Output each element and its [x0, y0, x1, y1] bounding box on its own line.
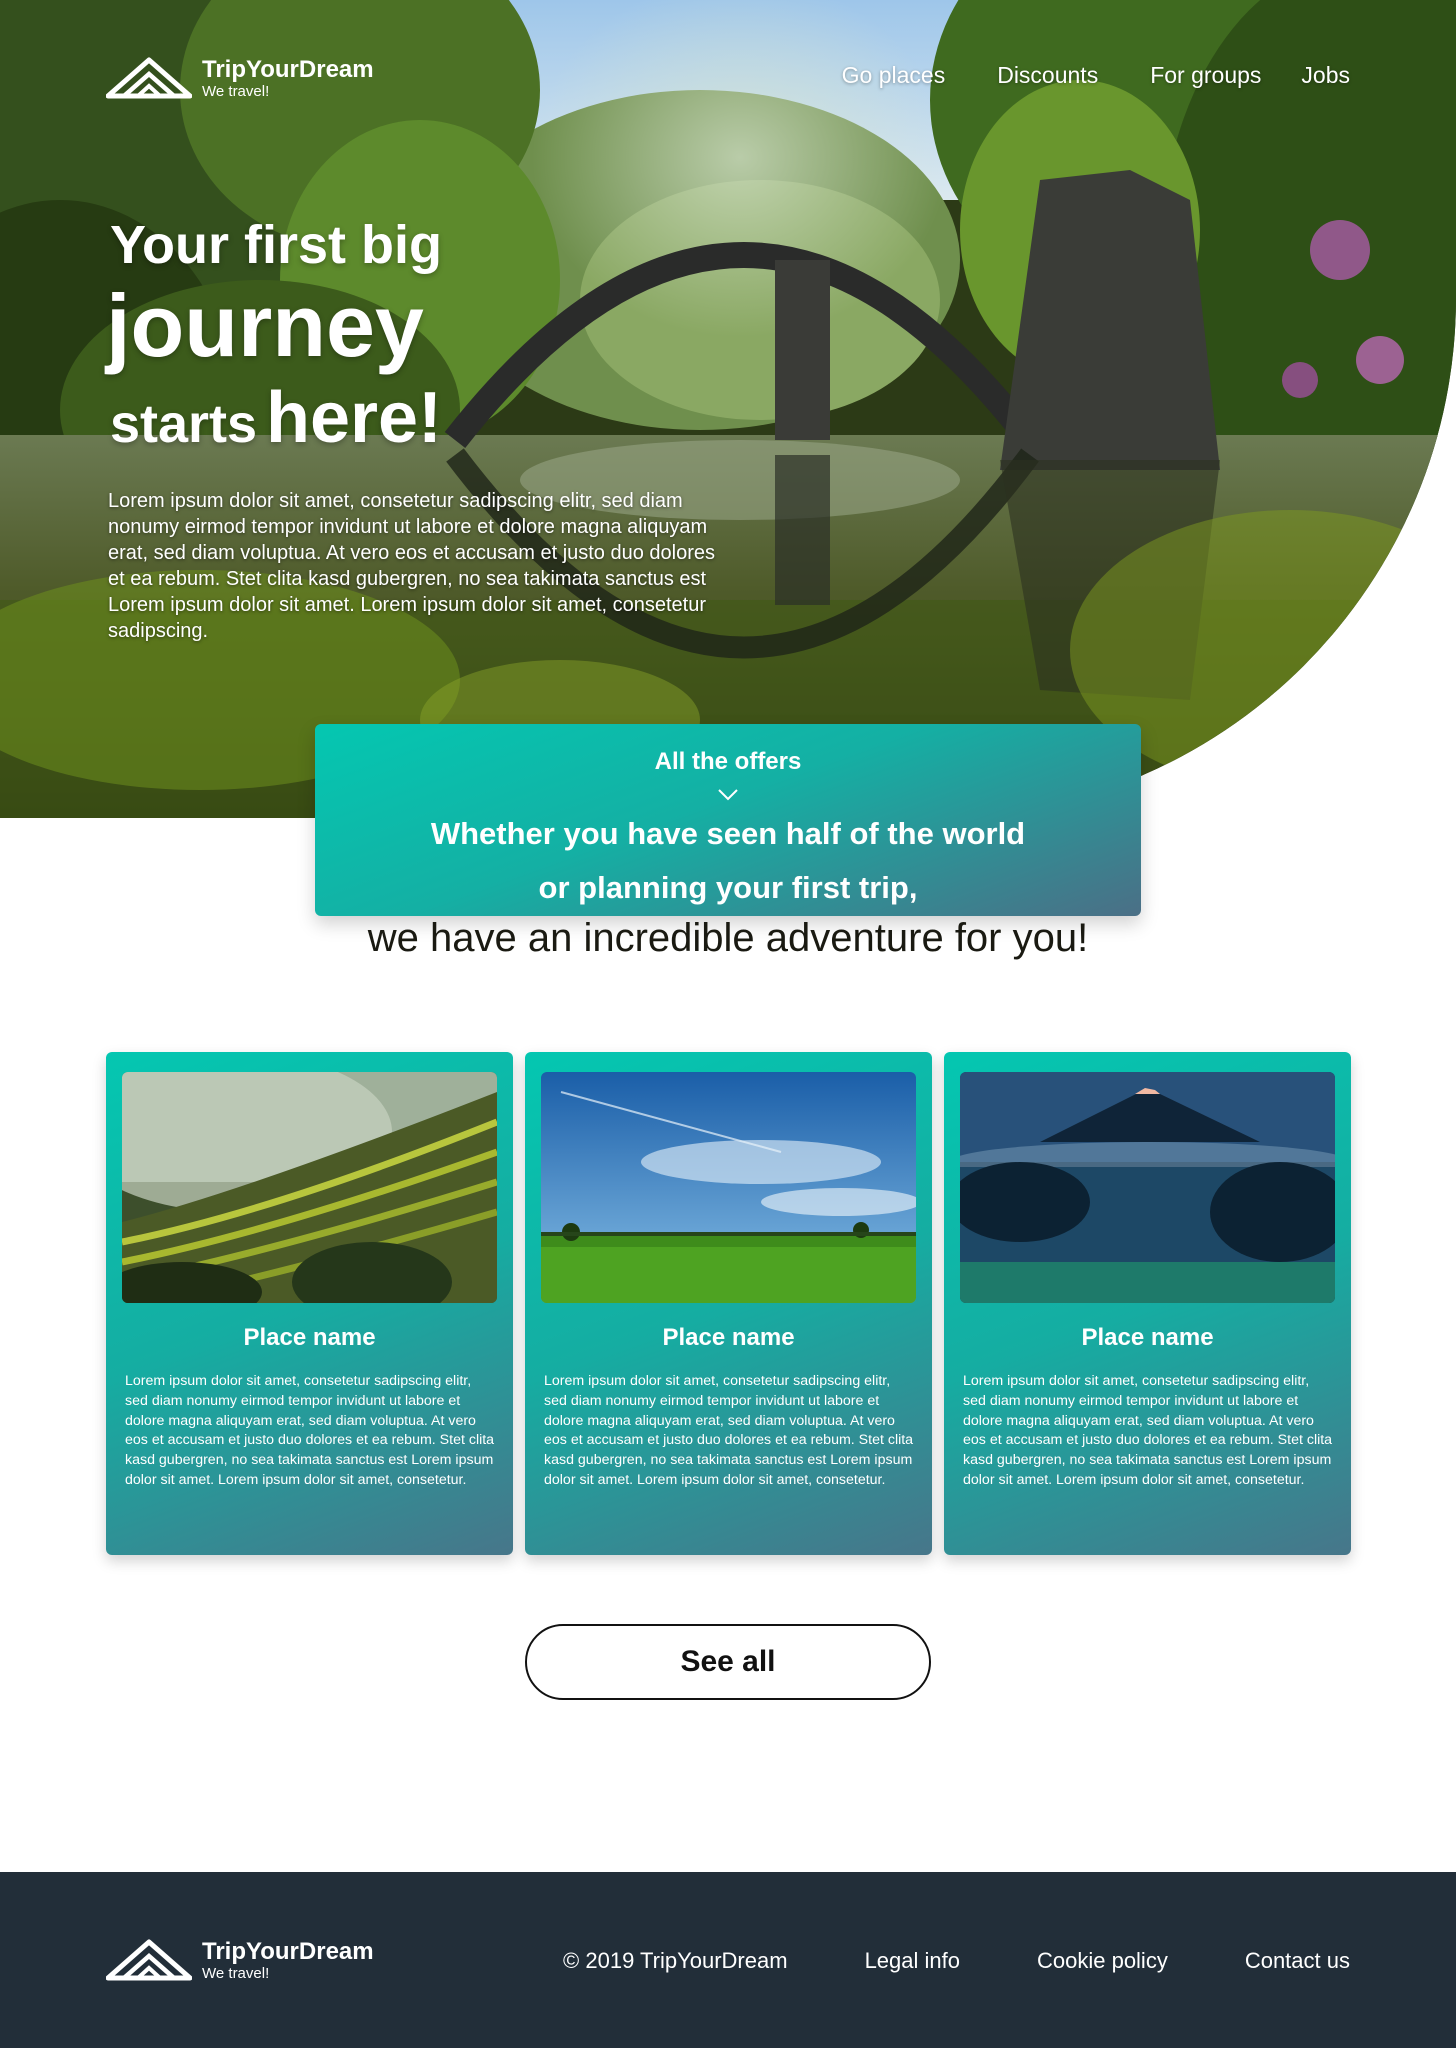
nav-for-groups[interactable]: For groups — [1150, 62, 1261, 89]
hero-title-line3: starts here! — [110, 382, 442, 454]
offers-tagline: we have an incredible adventure for you! — [367, 916, 1089, 960]
hero-section: TripYourDream We travel! Go places Disco… — [0, 0, 1456, 818]
nav-discounts[interactable]: Discounts — [997, 62, 1098, 89]
green-field-sky-photo — [541, 1072, 916, 1303]
brand-name: TripYourDream — [202, 1937, 374, 1965]
hero-body-text: Lorem ipsum dolor sit amet, consetetur s… — [108, 490, 716, 642]
footer-link-contact-us[interactable]: Contact us — [1245, 1948, 1350, 1974]
brand-tagline: We travel! — [202, 1964, 270, 1982]
mountain-logo-icon — [106, 1939, 192, 1981]
place-card[interactable]: Place name Lorem ipsum dolor sit amet, c… — [944, 1052, 1351, 1555]
footer-link-cookie-policy[interactable]: Cookie policy — [1037, 1948, 1168, 1974]
place-description: Lorem ipsum dolor sit amet, consetetur s… — [963, 1373, 1333, 1488]
place-description: Lorem ipsum dolor sit amet, consetetur s… — [125, 1373, 495, 1488]
offers-line-1: Whether you have seen half of the world — [430, 816, 1026, 851]
nav-jobs[interactable]: Jobs — [1301, 62, 1350, 89]
place-name: Place name — [243, 1324, 376, 1351]
place-name: Place name — [1081, 1324, 1214, 1351]
hero-title: Your first big journey starts here! — [106, 215, 442, 454]
header-logo[interactable]: TripYourDream We travel! — [106, 56, 374, 100]
main-nav: Go places Discounts For groups Jobs — [842, 62, 1350, 89]
hero-title-line1: Your first big — [110, 215, 442, 275]
footer-logo[interactable]: TripYourDream We travel! — [106, 1938, 374, 1982]
chevron-down-icon[interactable] — [717, 788, 739, 802]
all-offers-link[interactable]: All the offers — [315, 748, 1141, 776]
mountain-logo-icon — [106, 57, 192, 99]
footer: TripYourDream We travel! © 2019 TripYour… — [0, 1872, 1456, 2048]
hero-title-line2: journey — [106, 276, 424, 375]
footer-links: © 2019 TripYourDream Legal info Cookie p… — [563, 1948, 1350, 1974]
place-description: Lorem ipsum dolor sit amet, consetetur s… — [544, 1373, 914, 1488]
offers-banner: All the offers Whether you have seen hal… — [315, 724, 1141, 916]
place-card[interactable]: Place name Lorem ipsum dolor sit amet, c… — [106, 1052, 513, 1555]
hero-title-line3-start: starts — [110, 394, 258, 454]
nav-go-places[interactable]: Go places — [842, 62, 946, 89]
offers-line-2: or planning your first trip, — [538, 870, 918, 905]
misty-volcano-photo — [960, 1072, 1335, 1303]
copyright-text: © 2019 TripYourDream — [563, 1948, 788, 1973]
page: TripYourDream We travel! Go places Disco… — [0, 0, 1456, 2048]
place-card[interactable]: Place name Lorem ipsum dolor sit amet, c… — [525, 1052, 932, 1555]
place-cards: Place name Lorem ipsum dolor sit amet, c… — [106, 1052, 1351, 1555]
place-name: Place name — [662, 1324, 795, 1351]
footer-link-legal-info[interactable]: Legal info — [865, 1948, 960, 1974]
brand-name: TripYourDream — [202, 55, 374, 83]
see-all-button[interactable]: See all — [525, 1624, 931, 1700]
brand-tagline: We travel! — [202, 82, 270, 100]
hero-title-line3-end: here! — [265, 378, 443, 458]
rice-terraces-photo — [122, 1072, 497, 1303]
